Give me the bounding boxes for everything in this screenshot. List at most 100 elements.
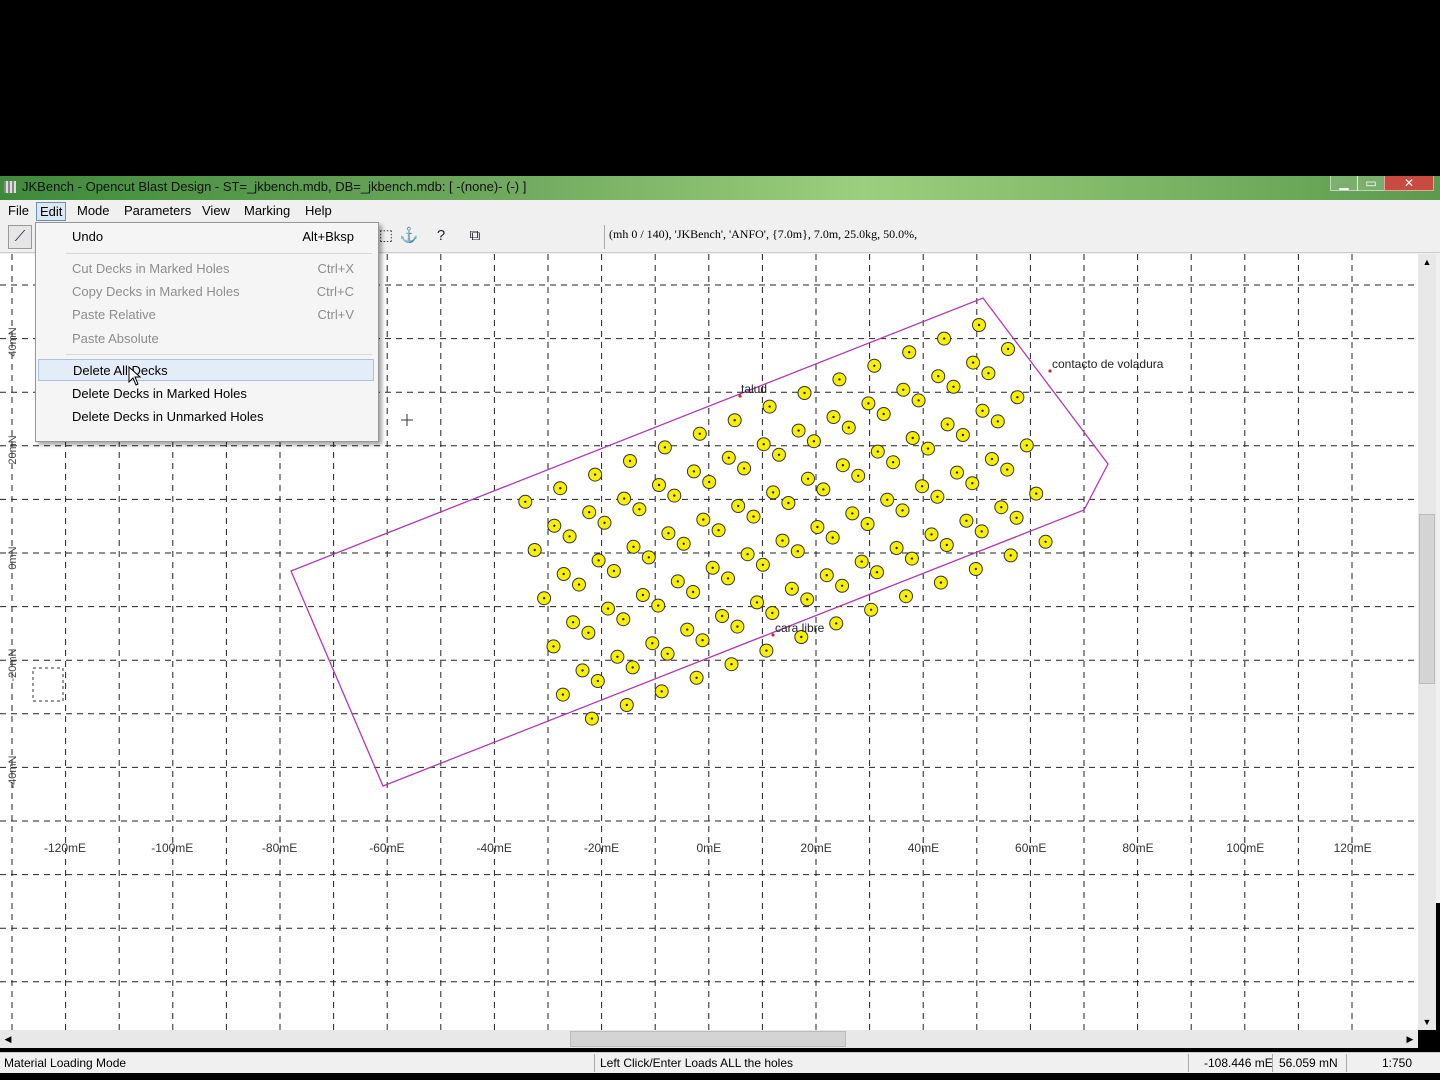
- blast-hole-center: [937, 375, 940, 378]
- menu-item-delete-decks-unmarked[interactable]: Delete Decks in Unmarked Holes: [38, 406, 374, 428]
- blast-hole-center: [977, 323, 981, 327]
- blast-hole-center: [1009, 554, 1012, 557]
- blast-hole-center: [974, 567, 977, 571]
- menu-item-delete-decks-marked[interactable]: Delete Decks in Marked Holes: [38, 383, 374, 405]
- help-pointer-icon[interactable]: ?: [430, 225, 452, 247]
- blast-hole-center: [657, 604, 660, 607]
- blast-hole-center: [787, 501, 790, 505]
- blast-hole-center: [603, 521, 606, 524]
- menu-parameters[interactable]: Parameters: [121, 202, 194, 219]
- blast-hole-center: [990, 457, 994, 461]
- blast-hole-center: [790, 587, 794, 590]
- window-title: JKBench - Opencut Blast Design - ST=_jkb…: [22, 179, 527, 194]
- copy-icon[interactable]: ⧉: [464, 225, 486, 247]
- blast-hole-center: [695, 676, 698, 679]
- menu-item-copy-decks[interactable]: Copy Decks in Marked Holes Ctrl+C: [38, 281, 374, 303]
- blast-hole-center: [771, 491, 775, 494]
- scroll-left-icon[interactable]: ◀: [0, 1030, 16, 1048]
- menu-help[interactable]: Help: [302, 202, 335, 219]
- title-bar[interactable]: JKBench - Opencut Blast Design - ST=_jkb…: [0, 176, 1440, 200]
- blast-hole-center: [768, 405, 771, 408]
- y-axis-label: 40mN: [7, 327, 19, 356]
- maximize-button[interactable]: ▭: [1357, 176, 1385, 191]
- blast-hole-center: [726, 577, 730, 580]
- menu-item-undo[interactable]: Undo Alt+Bksp: [38, 226, 374, 248]
- scroll-up-icon[interactable]: ▲: [1418, 254, 1436, 270]
- menu-item-paste-absolute[interactable]: Paste Absolute: [38, 328, 374, 350]
- blast-hole-center: [908, 351, 911, 354]
- blast-hole-center: [559, 487, 562, 490]
- x-axis-label: 60mE: [1015, 841, 1046, 855]
- close-button[interactable]: ✕: [1384, 176, 1434, 191]
- app-icon: [4, 181, 16, 193]
- blast-hole-center: [971, 482, 974, 485]
- menu-item-delete-all-decks[interactable]: Delete All Decks: [38, 359, 374, 381]
- minimize-button[interactable]: ▁: [1330, 176, 1358, 191]
- blast-hole-center: [851, 512, 854, 515]
- blast-hole-center: [561, 693, 565, 696]
- blast-hole-center: [673, 494, 676, 497]
- blast-hole-center: [657, 483, 661, 487]
- blast-hole-center: [632, 545, 635, 548]
- menu-item-shortcut: Alt+Bksp: [302, 229, 354, 244]
- menu-item-label: Delete All Decks: [73, 363, 168, 378]
- horizontal-scrollbar[interactable]: ◀ ▶: [0, 1030, 1418, 1048]
- blast-hole-center: [781, 539, 784, 542]
- status-divider: [594, 1054, 595, 1072]
- blast-hole-center: [742, 467, 746, 470]
- blast-hole-center: [838, 378, 841, 381]
- blast-hole-center: [980, 530, 983, 533]
- blast-hole-center: [803, 391, 806, 395]
- blast-hole-center: [590, 717, 594, 720]
- blast-hole-center: [876, 450, 879, 453]
- blast-hole-center: [647, 556, 650, 559]
- edit-menu-dropdown: Undo Alt+Bksp Cut Decks in Marked Holes …: [35, 222, 379, 442]
- scroll-down-icon[interactable]: ▼: [1418, 1014, 1436, 1030]
- menu-marking[interactable]: Marking: [241, 202, 293, 219]
- blast-hole-center: [702, 518, 705, 521]
- blast-hole-center: [902, 388, 905, 391]
- blast-hole-center: [588, 511, 591, 514]
- status-north: 56.059 mN: [1279, 1056, 1338, 1070]
- blast-hole-center: [524, 500, 527, 503]
- blast-hole-center: [698, 432, 701, 435]
- blast-hole-center: [1015, 516, 1018, 519]
- horizontal-scroll-thumb[interactable]: [570, 1031, 846, 1047]
- blast-hole-center: [755, 601, 759, 604]
- menu-view[interactable]: View: [199, 202, 233, 219]
- blast-hole-center: [961, 433, 965, 437]
- menu-item-shortcut: Ctrl+V: [317, 307, 354, 322]
- blast-hole-center: [625, 703, 628, 707]
- vertical-scroll-thumb[interactable]: [1419, 514, 1435, 684]
- anchor-icon[interactable]: ⚓: [398, 225, 420, 247]
- blast-hole-center: [691, 590, 695, 594]
- menu-file[interactable]: File: [5, 202, 32, 219]
- blast-hole-center: [1000, 506, 1003, 509]
- menu-mode[interactable]: Mode: [74, 202, 113, 219]
- blast-hole-center: [733, 419, 736, 422]
- menu-item-cut-decks[interactable]: Cut Decks in Marked Holes Ctrl+X: [38, 258, 374, 280]
- annotation-label: contacto de voladura: [1052, 357, 1164, 371]
- blast-hole-center: [1035, 492, 1038, 495]
- menu-edit[interactable]: Edit: [36, 202, 67, 221]
- line-tool-icon[interactable]: ⟋: [8, 225, 32, 249]
- blast-hole-center: [904, 595, 908, 598]
- blast-hole-center: [930, 533, 933, 536]
- blast-hole-center: [1025, 444, 1029, 447]
- blast-hole-center: [841, 464, 845, 467]
- vertical-scrollbar[interactable]: ▲ ▼: [1418, 254, 1436, 1030]
- blast-hole-center: [867, 402, 870, 405]
- x-axis-label: 20mE: [800, 841, 831, 855]
- menu-item-paste-relative[interactable]: Paste Relative Ctrl+V: [38, 304, 374, 326]
- blast-hole-center: [1016, 396, 1019, 399]
- status-divider: [1188, 1054, 1189, 1072]
- blast-hole-center: [717, 529, 720, 532]
- menu-item-label: Copy Decks in Marked Holes: [72, 284, 240, 299]
- blast-hole-center: [955, 471, 959, 474]
- blast-hole-center: [552, 645, 555, 648]
- menu-item-label: Paste Absolute: [72, 331, 159, 346]
- blast-hole-center: [686, 628, 689, 631]
- scroll-right-icon[interactable]: ▶: [1402, 1030, 1418, 1048]
- blast-hole-center: [667, 532, 670, 535]
- blast-hole-center: [911, 436, 914, 440]
